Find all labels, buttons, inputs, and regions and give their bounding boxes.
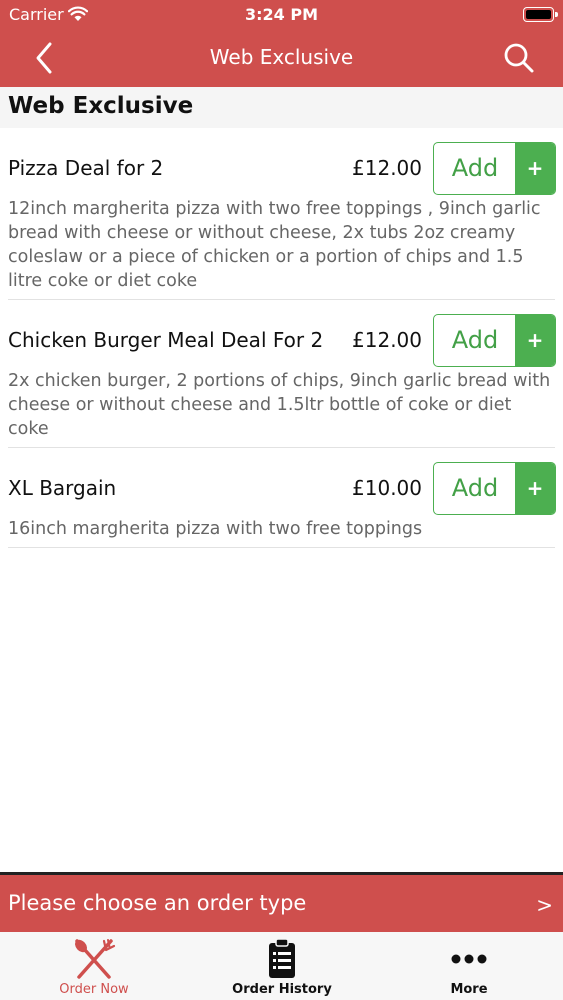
item-description: 16inch margherita pizza with two free to…: [8, 519, 423, 539]
clipboard-list-icon: [269, 938, 295, 978]
tab-label: Order History: [232, 982, 332, 997]
item-name: XL Bargain: [8, 476, 117, 500]
menu-item: XL Bargain £10.00 Add + 16inch margherit…: [0, 448, 563, 548]
add-button[interactable]: Add +: [433, 314, 556, 367]
more-dots-icon: [451, 954, 487, 964]
add-label: Add: [451, 326, 499, 354]
plus-icon: +: [515, 463, 555, 514]
item-description: 2x chicken burger, 2 portions of chips, …: [8, 371, 551, 439]
menu-item: Pizza Deal for 2 £12.00 Add + 12inch mar…: [0, 128, 563, 300]
add-button[interactable]: Add +: [433, 142, 556, 195]
item-price: £12.00: [352, 156, 422, 180]
add-label: Add: [451, 154, 499, 182]
plus-icon: +: [515, 143, 555, 194]
menu-item: Chicken Burger Meal Deal For 2 £12.00 Ad…: [0, 300, 563, 448]
tab-label: Order Now: [59, 982, 129, 997]
tab-bar: Order Now Order History More: [0, 932, 563, 1000]
item-price: £10.00: [352, 476, 422, 500]
order-type-banner[interactable]: Please choose an order type >: [0, 872, 563, 932]
page-title: Web Exclusive: [209, 45, 354, 69]
tab-order-history[interactable]: Order History: [188, 932, 376, 1000]
fork-knife-icon: [75, 939, 116, 979]
search-icon: [504, 43, 534, 73]
status-bar: Carrier 3:24 PM: [0, 0, 563, 30]
add-label: Add: [451, 474, 499, 502]
item-name: Pizza Deal for 2: [8, 156, 164, 180]
item-description: 12inch margherita pizza with two free to…: [8, 199, 541, 291]
section-title: Web Exclusive: [8, 93, 194, 119]
status-time: 3:24 PM: [244, 5, 318, 24]
order-type-text: Please choose an order type: [8, 891, 307, 915]
chevron-right-icon: >: [536, 893, 553, 917]
tab-more[interactable]: More: [375, 932, 563, 1000]
navigation-bar: Web Exclusive: [0, 30, 563, 87]
top-bar: Carrier 3:24 PM Web Exclusive: [0, 0, 563, 87]
search-button[interactable]: [500, 40, 538, 76]
divider: [8, 547, 555, 548]
section-header: Web Exclusive: [0, 87, 563, 128]
tab-order-now[interactable]: Order Now: [0, 932, 188, 1000]
item-name: Chicken Burger Meal Deal For 2: [8, 328, 324, 352]
add-button[interactable]: Add +: [433, 462, 556, 515]
item-price: £12.00: [352, 328, 422, 352]
battery-icon: [523, 7, 558, 22]
plus-icon: +: [515, 315, 555, 366]
tab-label: More: [450, 982, 488, 997]
